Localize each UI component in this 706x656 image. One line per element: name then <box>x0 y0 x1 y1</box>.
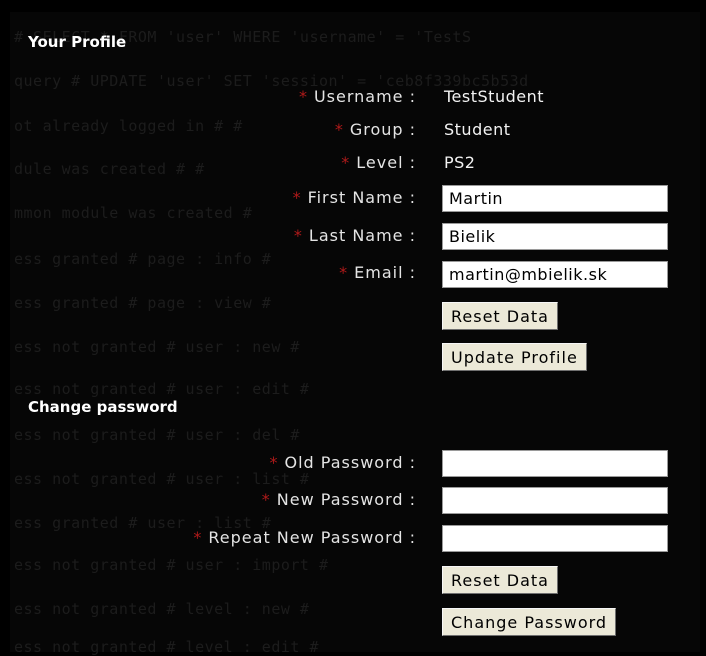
email-label-text: Email : <box>354 263 416 282</box>
old-password-label-text: Old Password : <box>284 453 416 472</box>
email-input[interactable] <box>442 261 668 288</box>
username-label: * Username : <box>299 87 416 106</box>
profile-reset-button[interactable]: Reset Data <box>442 302 558 330</box>
level-label: * Level : <box>341 153 416 172</box>
required-mark: * <box>293 226 303 245</box>
username-value: TestStudent <box>444 87 544 106</box>
last-name-label: * Last Name : <box>294 226 416 245</box>
repeat-password-label: * Repeat New Password : <box>193 528 416 547</box>
log-line: ess not granted # user : list # <box>14 470 310 488</box>
log-line: ess granted # page : view # <box>14 294 272 312</box>
new-password-input[interactable] <box>442 487 668 514</box>
required-mark: * <box>292 188 302 207</box>
log-line: ess not granted # user : new # <box>14 338 300 356</box>
log-line: ess not granted # user : import # <box>14 556 329 574</box>
required-mark: * <box>298 87 308 106</box>
first-name-label-text: First Name : <box>307 188 416 207</box>
update-profile-button[interactable]: Update Profile <box>442 343 587 371</box>
log-line: mmon module was created # <box>14 204 253 222</box>
last-name-label-text: Last Name : <box>308 226 416 245</box>
new-password-label: * New Password : <box>262 490 416 509</box>
password-reset-button[interactable]: Reset Data <box>442 566 558 594</box>
log-line: ess not granted # user : edit # <box>14 380 310 398</box>
old-password-label: * Old Password : <box>270 453 417 472</box>
level-value: PS2 <box>444 153 476 172</box>
first-name-input[interactable] <box>442 185 668 212</box>
old-password-input[interactable] <box>442 450 668 477</box>
log-line: ot already logged in # # <box>14 117 243 135</box>
level-label-text: Level : <box>356 153 416 172</box>
log-line: ess not granted # level : new # <box>14 600 310 618</box>
change-password-heading: Change password <box>28 398 178 416</box>
log-line: ess granted # page : info # <box>14 250 272 268</box>
group-value: Student <box>444 120 511 139</box>
username-label-text: Username : <box>313 87 416 106</box>
new-password-label-text: New Password : <box>276 490 416 509</box>
repeat-password-input[interactable] <box>442 525 668 552</box>
log-line: dule was created # # <box>14 160 205 178</box>
required-mark: * <box>339 263 349 282</box>
email-label: * Email : <box>339 263 416 282</box>
group-label-text: Group : <box>349 120 416 139</box>
repeat-password-label-text: Repeat New Password : <box>208 528 416 547</box>
first-name-label: * First Name : <box>293 188 416 207</box>
required-mark: * <box>261 490 271 509</box>
required-mark: * <box>341 153 351 172</box>
required-mark: * <box>334 120 344 139</box>
log-line: ess not granted # level : edit # <box>14 638 319 656</box>
profile-heading: Your Profile <box>28 33 127 51</box>
last-name-input[interactable] <box>442 223 668 250</box>
log-line: ess not granted # user : del # <box>14 426 300 444</box>
required-mark: * <box>269 453 279 472</box>
group-label: * Group : <box>335 120 416 139</box>
required-mark: * <box>193 528 203 547</box>
change-password-button[interactable]: Change Password <box>442 608 617 636</box>
